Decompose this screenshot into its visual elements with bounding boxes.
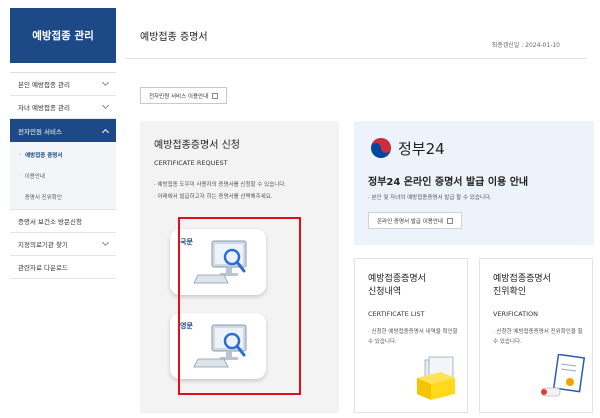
file-box-icon [417, 356, 455, 400]
certificate-list-title: 예방접종증명서 신청내역 [368, 273, 468, 299]
chevron-down-icon [101, 101, 110, 110]
sidebar-item-label: 지정의료기관 찾기 [18, 241, 68, 249]
certificate-list-card[interactable]: 예방접종증명서 신청내역 CERTIFICATE LIST 신청한 예방접종증명… [354, 258, 468, 413]
sidebar-item-e-civil-service[interactable]: 전자민원 서비스 [10, 119, 116, 142]
external-link-icon [212, 92, 219, 99]
sidebar-subitem-verification[interactable]: 증명서 진위확인 [10, 186, 116, 207]
gov24-guide-button[interactable]: 온라인 증명서 발급 이용안내 [368, 212, 462, 229]
sidebar: 예방접종 관리 본인 예방접종 관리 자녀 예방접종 관리 전자민원 서비스 예… [10, 8, 116, 418]
sidebar-item-label: 전자민원 서비스 [18, 127, 62, 136]
gov24-title: 정부24 온라인 증명서 발급 이용 안내 [368, 177, 529, 188]
sidebar-subitem-certificate[interactable]: 예방접종 증명서 [10, 144, 116, 165]
verification-description: 신청한 예방접종증명서 진위확인을 할 수 있습니다. [493, 327, 588, 347]
sidebar-item-label: 증명서 보건소 방문신청 [18, 218, 82, 226]
certificate-badge-icon [541, 354, 586, 397]
taegeuk-icon [371, 138, 391, 158]
certificate-list-subtitle: CERTIFICATE LIST [368, 310, 425, 318]
certificate-list-description: 신청한 예방접종증명서 내역을 확인할 수 있습니다. [368, 327, 463, 347]
bullet-text: 아래에서 발급하고자 하는 증명서를 선택해주세요. [154, 191, 334, 203]
title-divider [126, 58, 586, 59]
sidebar-item-visit-request[interactable]: 증명서 보건소 방문신청 [10, 210, 116, 233]
verification-title: 예방접종증명서 진위확인 [493, 273, 593, 299]
sidebar-title: 예방접종 관리 [10, 8, 116, 63]
sidebar-submenu: 예방접종 증명서 이용안내 증명서 진위확인 [10, 142, 116, 210]
gov24-card: 정부24 정부24 온라인 증명서 발급 이용 안내 본인 및 자녀의 예방접종… [354, 121, 594, 245]
verification-title-line1: 예방접종증명서 [493, 274, 551, 284]
bullet-text: 예방접종 도우미 사용자의 증명서를 신청할 수 있습니다. [154, 179, 334, 191]
certificate-request-title: 예방접종증명서 신청 [154, 140, 240, 151]
certificate-list-title-line2: 신청내역 [368, 287, 402, 297]
sidebar-item-label: 관련자료 다운로드 [18, 264, 68, 272]
sidebar-item-child-vaccination[interactable]: 자녀 예방접종 관리 [10, 96, 116, 119]
sidebar-item-label: 본인 예방접종 관리 [18, 81, 70, 89]
last-update: 최종갱신일 : 2024-01-10 [491, 42, 560, 49]
certificate-request-subtitle: CERTIFICATE REQUEST [154, 159, 228, 167]
sidebar-item-downloads[interactable]: 관련자료 다운로드 [10, 256, 116, 279]
verification-subtitle: VERIFICATION [493, 310, 538, 318]
verification-title-line2: 진위확인 [493, 287, 527, 297]
certificate-request-card: 예방접종증명서 신청 CERTIFICATE REQUEST 예방접종 도우미 … [140, 121, 339, 413]
sidebar-menu: 본인 예방접종 관리 자녀 예방접종 관리 전자민원 서비스 예방접종 증명서 … [10, 72, 116, 279]
sidebar-item-find-clinic[interactable]: 지정의료기관 찾기 [10, 233, 116, 256]
verification-card[interactable]: 예방접종증명서 진위확인 VERIFICATION 신청한 예방접종증명서 진위… [479, 258, 593, 413]
gov24-logo: 정부24 [370, 137, 445, 159]
chevron-up-icon [101, 128, 110, 136]
sidebar-item-label: 자녀 예방접종 관리 [18, 104, 70, 112]
gov24-description: 본인 및 자녀의 예방접종증명서 발급 할 수 있습니다. [368, 193, 492, 201]
sidebar-subitem-guide[interactable]: 이용안내 [10, 165, 116, 186]
highlight-box [178, 217, 301, 395]
chevron-down-icon [101, 78, 110, 87]
page-title: 예방접종 증명서 [140, 32, 208, 43]
service-guide-button[interactable]: 전자민원 서비스 이용안내 [140, 87, 228, 104]
sidebar-item-my-vaccination[interactable]: 본인 예방접종 관리 [10, 73, 116, 96]
chevron-down-icon [101, 238, 110, 247]
main-content: 예방접종 증명서 최종갱신일 : 2024-01-10 전자민원 서비스 이용안… [126, 0, 600, 418]
gov24-guide-label: 온라인 증명서 발급 이용안내 [377, 218, 443, 225]
gov24-logo-text: 정부24 [398, 139, 445, 158]
popup-icon [446, 217, 453, 224]
certificate-list-title-line1: 예방접종증명서 [368, 274, 426, 284]
certificate-request-bullets: 예방접종 도우미 사용자의 증명서를 신청할 수 있습니다. 아래에서 발급하고… [154, 179, 334, 203]
service-guide-label: 전자민원 서비스 이용안내 [149, 93, 209, 100]
